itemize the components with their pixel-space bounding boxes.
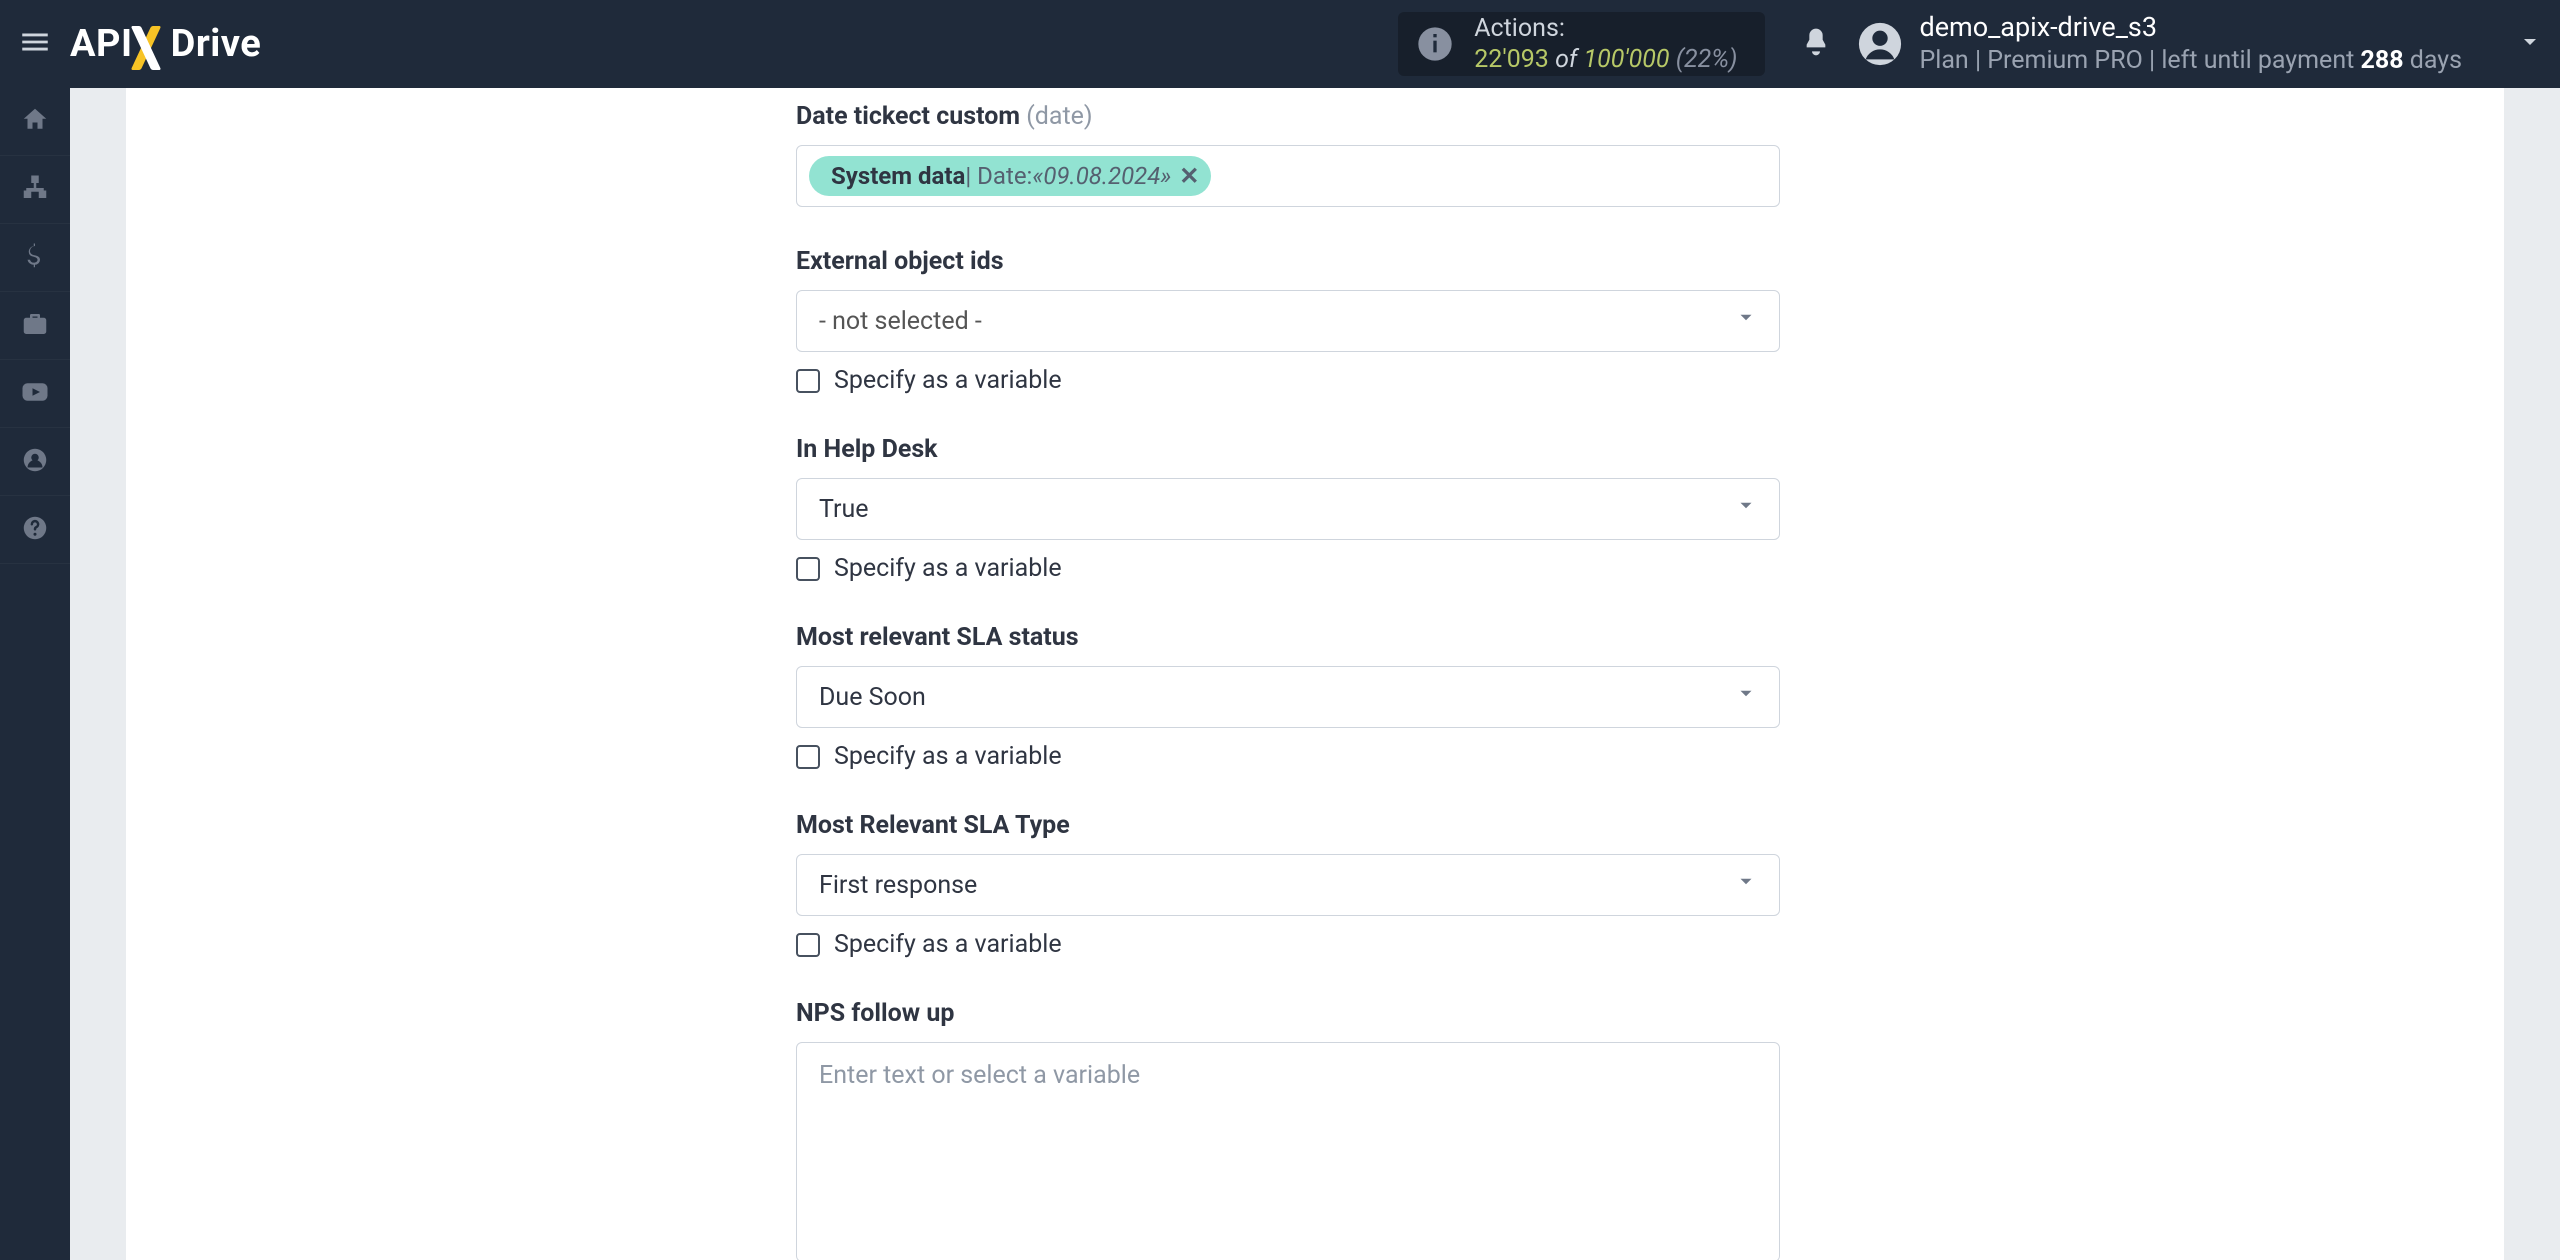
select-value: First response <box>819 871 977 900</box>
header: API Drive Actions: 22'093 of 100'000 (22… <box>0 0 2560 88</box>
user-menu-caret[interactable] <box>2500 0 2560 88</box>
bell-icon <box>1800 26 1832 62</box>
row-external-ids: External object ids - not selected - Spe… <box>796 247 1780 395</box>
sidebar <box>0 88 70 1260</box>
row-nps: NPS follow up Enter text or select a var… <box>796 999 1780 1260</box>
checkbox-external-var[interactable]: Specify as a variable <box>796 366 1780 395</box>
select-value: True <box>819 495 869 524</box>
form: Date tickect custom (date) System data |… <box>796 88 1780 1260</box>
actions-of: of <box>1555 45 1577 74</box>
nav-home[interactable] <box>0 88 70 156</box>
label-date-custom: Date tickect custom (date) <box>796 102 1780 131</box>
select-value: Due Soon <box>819 683 926 712</box>
menu-toggle[interactable] <box>0 0 70 88</box>
actions-label: Actions: <box>1474 13 1737 44</box>
textarea-placeholder: Enter text or select a variable <box>819 1061 1140 1090</box>
row-sla-status: Most relevant SLA status Due Soon Specif… <box>796 623 1780 771</box>
label-external-ids: External object ids <box>796 247 1780 276</box>
select-sla-type[interactable]: First response <box>796 854 1780 916</box>
chevron-down-icon <box>2518 30 2542 58</box>
user-menu[interactable]: demo_apix-drive_s3 Plan | Premium PRO | … <box>1857 10 2462 78</box>
nav-help[interactable] <box>0 496 70 564</box>
actions-used: 22'093 <box>1474 45 1549 74</box>
dollar-icon <box>20 241 50 275</box>
row-helpdesk: In Help Desk True Specify as a variable <box>796 435 1780 583</box>
chevron-down-icon <box>1735 871 1757 900</box>
youtube-icon <box>20 377 50 411</box>
nav-video[interactable] <box>0 360 70 428</box>
token-system-date[interactable]: System data | Date: «09.08.2024» ✕ <box>809 156 1211 196</box>
user-plan: Plan | Premium PRO | left until payment … <box>1919 45 2462 78</box>
user-icon <box>20 445 50 479</box>
notifications-button[interactable] <box>1787 0 1845 88</box>
checkbox-sla-type-var[interactable]: Specify as a variable <box>796 930 1780 959</box>
info-icon <box>1412 21 1458 67</box>
checkbox-icon <box>796 557 820 581</box>
nav-connections[interactable] <box>0 156 70 224</box>
avatar-icon <box>1857 21 1903 67</box>
logo-text-drive: Drive <box>171 22 262 66</box>
textarea-nps[interactable]: Enter text or select a variable <box>796 1042 1780 1260</box>
label-helpdesk: In Help Desk <box>796 435 1780 464</box>
actions-total: 100'000 <box>1584 45 1670 74</box>
card: Date tickect custom (date) System data |… <box>126 88 2504 1260</box>
label-nps: NPS follow up <box>796 999 1780 1028</box>
label-sla-type: Most Relevant SLA Type <box>796 811 1780 840</box>
chevron-down-icon <box>1735 683 1757 712</box>
chevron-down-icon <box>1735 307 1757 336</box>
checkbox-sla-status-var[interactable]: Specify as a variable <box>796 742 1780 771</box>
checkbox-icon <box>796 369 820 393</box>
chevron-down-icon <box>1735 495 1757 524</box>
page: Date tickect custom (date) System data |… <box>70 88 2560 1260</box>
token-remove[interactable]: ✕ <box>1179 162 1199 190</box>
actions-pct: (22%) <box>1676 45 1738 74</box>
select-external-ids[interactable]: - not selected - <box>796 290 1780 352</box>
nav-billing[interactable] <box>0 224 70 292</box>
checkbox-icon <box>796 745 820 769</box>
select-sla-status[interactable]: Due Soon <box>796 666 1780 728</box>
sitemap-icon <box>20 173 50 207</box>
field-date-custom[interactable]: System data | Date: «09.08.2024» ✕ <box>796 145 1780 207</box>
logo-text-api: API <box>70 22 133 66</box>
home-icon <box>20 105 50 139</box>
nav-account[interactable] <box>0 428 70 496</box>
select-helpdesk[interactable]: True <box>796 478 1780 540</box>
help-icon <box>20 513 50 547</box>
actions-text: Actions: 22'093 of 100'000 (22%) <box>1474 13 1737 76</box>
actions-box[interactable]: Actions: 22'093 of 100'000 (22%) <box>1398 12 1765 76</box>
nav-projects[interactable] <box>0 292 70 360</box>
label-sla-status: Most relevant SLA status <box>796 623 1780 652</box>
user-name: demo_apix-drive_s3 <box>1919 10 2462 45</box>
row-sla-type: Most Relevant SLA Type First response Sp… <box>796 811 1780 959</box>
logo[interactable]: API Drive <box>70 22 261 66</box>
row-date-custom: Date tickect custom (date) System data |… <box>796 102 1780 207</box>
select-value: - not selected - <box>819 307 982 336</box>
briefcase-icon <box>20 309 50 343</box>
bars-icon <box>18 25 52 63</box>
checkbox-icon <box>796 933 820 957</box>
checkbox-helpdesk-var[interactable]: Specify as a variable <box>796 554 1780 583</box>
